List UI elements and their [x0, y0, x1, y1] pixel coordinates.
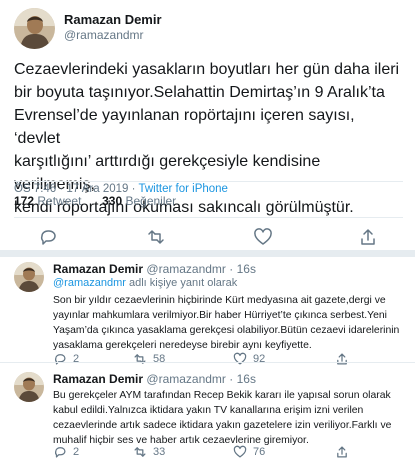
reply-age[interactable]: · 16s: [229, 262, 256, 276]
share-icon[interactable]: [335, 352, 349, 366]
reply-header: Ramazan Demir @ramazandmr · 16s: [53, 262, 256, 276]
like-icon[interactable]: [253, 227, 275, 249]
avatar[interactable]: [14, 8, 55, 49]
retweet-count: 172: [14, 194, 35, 208]
tweet-actions: [0, 227, 415, 249]
like-icon[interactable]: [233, 352, 247, 366]
reply-context: @ramazandmr adlı kişiye yanıt olarak: [53, 277, 237, 289]
retweet-icon[interactable]: [146, 227, 168, 249]
reply-actions: 2 58 92: [53, 352, 393, 368]
retweet-icon[interactable]: [133, 352, 147, 366]
like-count: 76: [253, 446, 266, 458]
author-handle[interactable]: @ramazandmr: [64, 28, 144, 42]
author-name[interactable]: Ramazan Demir: [53, 262, 143, 276]
author-handle[interactable]: @ramazandmr: [146, 372, 226, 386]
reply-text: Son bir yıldır cezaevlerinin hiçbirinde …: [53, 295, 400, 351]
share-icon[interactable]: [335, 445, 349, 458]
retweet-stat[interactable]: 172 Retweet: [14, 194, 81, 208]
like-count: 92: [253, 353, 266, 365]
like-icon[interactable]: [233, 445, 247, 458]
author-name[interactable]: Ramazan Demir: [64, 12, 162, 27]
retweet-icon[interactable]: [133, 445, 147, 458]
reply-count: 2: [73, 353, 80, 365]
divider: [14, 217, 403, 218]
reply-icon[interactable]: [53, 352, 67, 366]
retweet-count: 58: [153, 353, 166, 365]
share-icon[interactable]: [358, 227, 380, 249]
reply-count: 2: [73, 446, 80, 458]
retweet-count: 33: [153, 446, 166, 458]
likes-stat[interactable]: 330 Beğeniler: [102, 194, 176, 208]
reply-icon[interactable]: [38, 227, 60, 249]
section-separator: [0, 250, 415, 257]
reply-age[interactable]: · 16s: [229, 372, 256, 386]
reply-icon[interactable]: [53, 445, 67, 458]
divider: [14, 181, 403, 182]
avatar[interactable]: [14, 262, 44, 292]
divider: [0, 362, 415, 363]
author-handle[interactable]: @ramazandmr: [146, 262, 226, 276]
reply-header: Ramazan Demir @ramazandmr · 16s: [53, 372, 256, 386]
likes-count: 330: [102, 194, 123, 208]
reply-actions: 2 33 76: [53, 445, 393, 458]
avatar[interactable]: [14, 372, 44, 402]
tweet-stats: 172 Retweet 330 Beğeniler: [14, 194, 176, 208]
retweet-label: Retweet: [37, 194, 82, 208]
reply-to-text: adlı kişiye yanıt olarak: [128, 277, 238, 289]
likes-label: Beğeniler: [125, 194, 177, 208]
reply-text: Bu gerekçeler AYM tarafından Recep Bekik…: [53, 390, 392, 446]
author-name[interactable]: Ramazan Demir: [53, 372, 143, 386]
reply-to-handle[interactable]: @ramazandmr: [53, 277, 126, 289]
